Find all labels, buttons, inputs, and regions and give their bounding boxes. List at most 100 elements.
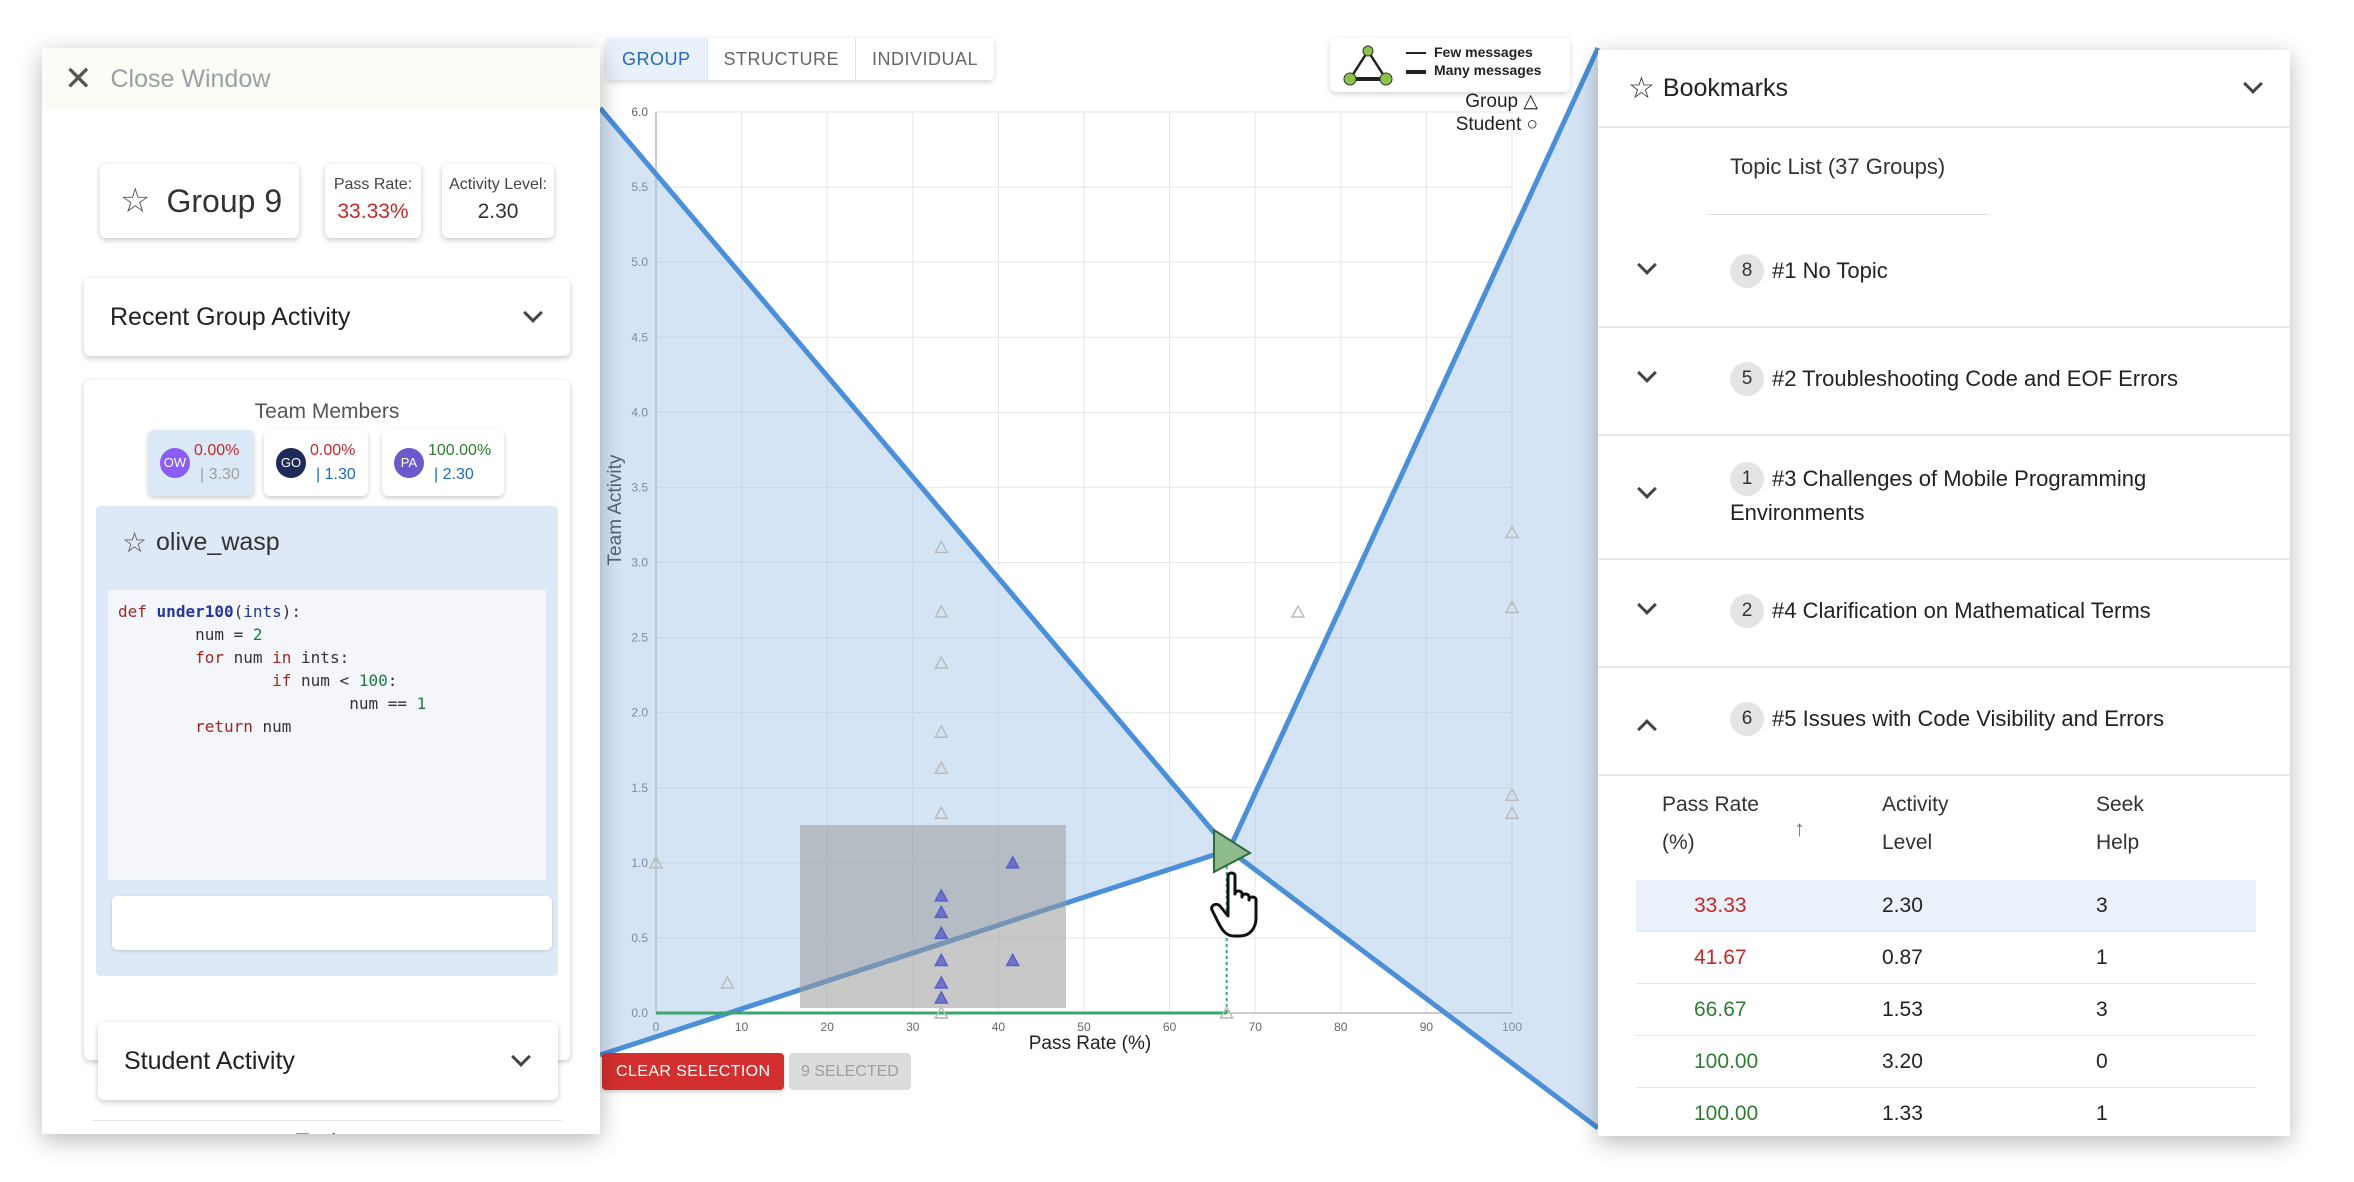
few-messages-label: Few messages [1434, 44, 1533, 60]
x-tick-label: 60 [1163, 1020, 1177, 1034]
y-tick-label: 6.0 [631, 105, 648, 119]
avatar: GO [276, 448, 306, 478]
topic-label: #5 Issues with Code Visibility and Error… [1772, 706, 2165, 731]
col-header-pass-rate[interactable]: Pass Rate (%) [1662, 786, 1762, 862]
student-shape-legend: Student ○ [1440, 114, 1538, 136]
activity-cell: 3.20 [1882, 1050, 1923, 1073]
chevron-up-icon[interactable] [1637, 719, 1657, 739]
topic-row-1[interactable]: 8 #1 No Topic [1598, 220, 2290, 328]
member-chip-ow[interactable]: OW 0.00% | 3.30 [148, 430, 254, 496]
bookmarks-title: Bookmarks [1662, 73, 1788, 102]
clear-selection-button[interactable]: CLEAR SELECTION [602, 1053, 785, 1090]
activity-cell: 0.87 [1882, 946, 1923, 969]
chevron-down-icon[interactable] [1637, 595, 1657, 615]
pass-rate-card: Pass Rate: 33.33% [325, 164, 421, 238]
circle-icon: ○ [1526, 114, 1538, 135]
member-chip-pa[interactable]: PA 100.00% | 2.30 [382, 430, 504, 496]
activity-cell: 1.53 [1882, 998, 1923, 1021]
hand-cursor-icon [1210, 871, 1258, 938]
chevron-down-icon[interactable] [1637, 479, 1657, 499]
x-tick-label: 70 [1249, 1020, 1263, 1034]
seek-help-cell: 3 [2096, 894, 2108, 917]
view-tab-bar: GROUP STRUCTURE INDIVIDUAL [606, 38, 995, 80]
group-shape-legend: Group △ [1440, 90, 1538, 113]
seek-help-cell: 1 [2096, 946, 2108, 969]
member-chip-go[interactable]: GO 0.00% | 1.30 [264, 430, 368, 496]
tab-individual[interactable]: INDIVIDUAL [856, 38, 994, 80]
table-row[interactable]: 66.67 1.53 3 [1636, 984, 2256, 1036]
member-activity: | 2.30 [434, 466, 474, 483]
bookmarks-header[interactable]: ☆ Bookmarks [1598, 50, 2290, 128]
topic-label: #3 Challenges of Mobile Programming Envi… [1730, 466, 2147, 525]
group-title-card: ☆ Group 9 [100, 164, 299, 238]
bookmarks-panel: ☆ Bookmarks Topic List (37 Groups) 8 #1 … [1598, 50, 2290, 1136]
sort-arrow-up-icon[interactable]: ↑ [1794, 816, 1805, 842]
tab-group[interactable]: GROUP [606, 38, 708, 80]
member-pass-rate: 100.00% [428, 442, 492, 459]
topic-label: #1 No Topic [1772, 258, 1888, 283]
x-tick-label: 50 [1077, 1020, 1091, 1034]
student-legend-label: Student [1455, 114, 1522, 135]
recent-group-activity-accordion[interactable]: Recent Group Activity [84, 278, 570, 356]
app-stage: 0 10 20 30 40 50 60 70 80 90 100 0.0 0.5 1.0 1.5 2.0 2.5… [0, 0, 2354, 1182]
chevron-down-icon[interactable] [523, 303, 543, 323]
activity-level-card: Activity Level: 2.30 [442, 164, 554, 238]
pass-rate-label: Pass Rate: [333, 176, 413, 193]
topic-list-divider [1708, 214, 1990, 215]
topic-label: #2 Troubleshooting Code and EOF Errors [1772, 366, 2179, 391]
x-tick-label: 90 [1420, 1020, 1434, 1034]
group-point[interactable] [1290, 604, 1306, 618]
x-tick-label: 40 [992, 1020, 1006, 1034]
team-members-title: Team Members [254, 400, 400, 423]
x-axis-label: Pass Rate (%) [1029, 1033, 1151, 1054]
group-detail-panel: ✕ Close Window ☆ Group 9 Pass Rate: 33.3… [42, 48, 600, 1134]
chevron-down-icon[interactable] [1637, 255, 1657, 275]
chevron-down-icon[interactable] [1637, 363, 1657, 383]
tab-structure[interactable]: STRUCTURE [708, 38, 857, 80]
star-icon[interactable]: ☆ [122, 526, 147, 559]
pass-rate-cell: 100.00 [1694, 1102, 1759, 1125]
member-pass-rate: 0.00% [310, 442, 356, 459]
pass-rate-cell: 41.67 [1694, 946, 1747, 969]
many-messages-label: Many messages [1434, 62, 1542, 78]
avatar: PA [394, 448, 424, 478]
code-snippet: def under100(ints): num = 2 for num in i… [108, 590, 546, 880]
team-members-card: Team Members OW 0.00% | 3.30 GO 0.00% | … [84, 380, 570, 1100]
close-icon[interactable]: ✕ [64, 62, 93, 96]
topic-count-badge: 6 [1730, 702, 1764, 736]
x-tick-label: 20 [821, 1020, 835, 1034]
selection-rectangle[interactable] [800, 825, 1066, 1008]
message-legend: Few messages Many messages [1330, 38, 1570, 92]
member-pass-rate: 0.00% [194, 442, 240, 459]
member-activity: | 3.30 [200, 466, 240, 483]
topic-row-2[interactable]: 5 #2 Troubleshooting Code and EOF Errors [1598, 328, 2290, 436]
student-activity-title: Student Activity [124, 1046, 295, 1075]
table-row[interactable]: 100.00 3.20 0 [1636, 1036, 2256, 1088]
activity-level-label: Activity Level: [449, 176, 547, 193]
pass-rate-cell: 100.00 [1694, 1050, 1759, 1073]
seek-help-cell: 0 [2096, 1050, 2108, 1073]
topic-row-3[interactable]: 1 #3 Challenges of Mobile Programming En… [1598, 436, 2290, 560]
topic-count-badge: 5 [1730, 362, 1764, 396]
activity-cell: 1.33 [1882, 1102, 1923, 1125]
chevron-down-icon[interactable] [2243, 74, 2263, 94]
pass-rate-cell: 66.67 [1694, 998, 1747, 1021]
x-tick-label: 80 [1334, 1020, 1348, 1034]
seek-help-cell: 3 [2096, 998, 2108, 1021]
topic-row-4[interactable]: 2 #4 Clarification on Mathematical Terms [1598, 560, 2290, 668]
chevron-down-icon[interactable] [511, 1047, 531, 1067]
table-row[interactable]: 100.00 1.33 1 [1636, 1088, 2256, 1136]
x-tick-label: 10 [735, 1020, 749, 1034]
triangle-icon: △ [1523, 91, 1538, 112]
close-window-label[interactable]: Close Window [111, 65, 271, 94]
close-window-bar[interactable]: ✕ Close Window [42, 48, 600, 110]
col-header-seek-help[interactable]: Seek Help [2096, 786, 2176, 862]
activity-cell: 2.30 [1882, 894, 1923, 917]
table-row[interactable]: 41.67 0.87 1 [1636, 932, 2256, 984]
student-activity-accordion[interactable]: Student Activity [98, 1022, 558, 1100]
table-row[interactable]: 33.33 2.30 3 [1636, 880, 2256, 932]
star-icon[interactable]: ☆ [120, 181, 150, 221]
col-header-activity[interactable]: Activity Level [1882, 786, 1982, 862]
many-messages-line [1406, 70, 1426, 74]
topic-row-5[interactable]: 6 #5 Issues with Code Visibility and Err… [1598, 668, 2290, 776]
